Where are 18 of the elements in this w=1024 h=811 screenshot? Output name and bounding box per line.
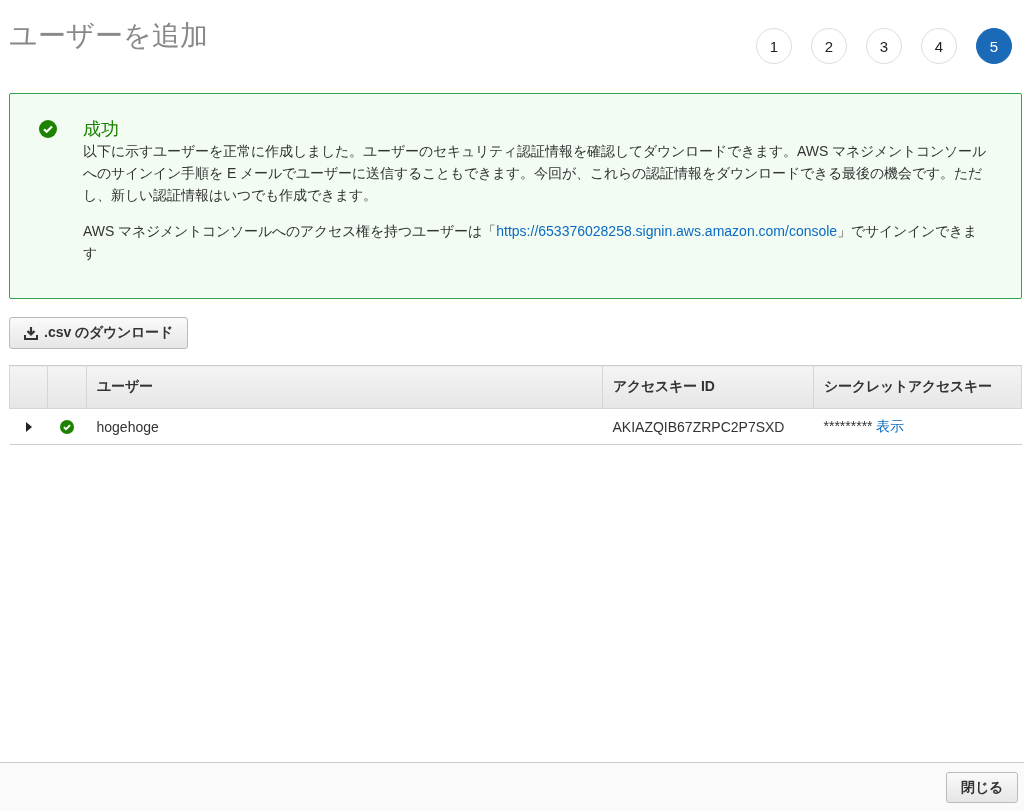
column-header: アクセスキー ID	[602, 365, 814, 409]
access-key-id: AKIAZQIB67ZRPC2P7SXD	[612, 418, 785, 435]
alert-message: 以下に示すユーザーを正常に作成しました。ユーザーのセキュリティ認証情報を確認してダウンロードできます。AWS マネジメントコンソールへのサインイン手順を E メールでユーザーに送信することもできます。今回が、これらの認証情報をダウンロードできる最後の機会です。ただし、新しい認証情報はいつでも作成できます。	[83, 142, 988, 205]
column-header: シークレットアクセスキー	[813, 365, 1022, 409]
show-secret-link[interactable]: 表示	[876, 417, 905, 434]
check-circle-icon	[39, 120, 57, 138]
masked-secret: *********	[823, 417, 873, 434]
page-title: ユーザーを追加	[9, 19, 208, 53]
signin-link[interactable]: https://653376028258.signin.aws.amazon.com/console	[496, 223, 838, 239]
download-csv-button[interactable]: .csv のダウンロード	[9, 317, 189, 349]
caret-right-icon[interactable]	[24, 421, 33, 432]
signin-message: AWS マネジメントコンソールへのアクセス権を持つユーザーは「https://653376028258.signin.aws.amazon.com/console」でサインインできます	[83, 222, 979, 263]
step-indicator: 5	[976, 28, 1012, 64]
close-button[interactable]: 閉じる	[946, 772, 1018, 803]
column-header: ユーザー	[86, 365, 603, 409]
download-icon	[24, 326, 38, 340]
user-name: hogehoge	[96, 418, 159, 435]
alert-title: 成功	[83, 118, 120, 140]
